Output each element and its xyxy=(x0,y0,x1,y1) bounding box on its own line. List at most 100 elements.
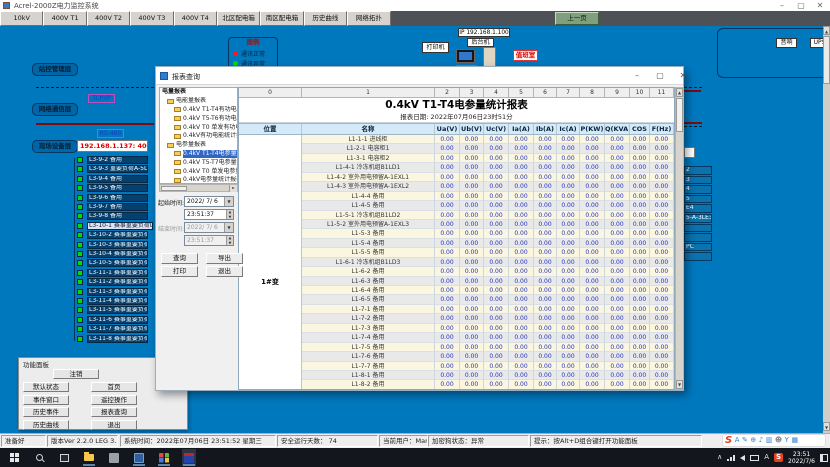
dialog-button-导出[interactable]: 导出 xyxy=(206,253,243,264)
volume-icon[interactable] xyxy=(740,455,745,461)
app-grid-icon[interactable] xyxy=(157,449,171,466)
tab-北区配电箱[interactable]: 北区配电箱 xyxy=(217,11,260,26)
start-button-icon[interactable] xyxy=(7,449,21,466)
back-page-button[interactable]: 上一页 xyxy=(555,12,599,25)
value-cell: 0.00 xyxy=(534,314,557,323)
search-icon[interactable] xyxy=(32,449,46,466)
panel-button-首页[interactable]: 首页 xyxy=(91,382,137,392)
ime-mic-icon[interactable]: ♪ xyxy=(759,435,763,446)
tree-item[interactable]: 0.4kV电参量统计报表 xyxy=(160,176,237,184)
tree-item[interactable]: 0.4kV T1-T4电参量统计 xyxy=(160,150,237,159)
tab-400V T1[interactable]: 400V T1 xyxy=(43,11,86,26)
start-time-spinner[interactable]: 23:51:37 ▲▼ xyxy=(184,209,234,220)
sogou-tray-icon[interactable]: S xyxy=(774,453,783,462)
value-cell: 0.00 xyxy=(557,295,580,304)
tree-item[interactable]: 0.4kV T1-T4有功电能统 xyxy=(160,106,237,115)
app-gray-icon[interactable] xyxy=(107,449,121,466)
scrollbar-thumb[interactable] xyxy=(823,36,830,84)
tab-400V T3[interactable]: 400V T3 xyxy=(130,11,173,26)
ime-keyboard-icon[interactable] xyxy=(750,455,759,461)
tab-400V T2[interactable]: 400V T2 xyxy=(87,11,130,26)
tab-南区配电箱[interactable]: 南区配电箱 xyxy=(260,11,303,26)
scroll-down-icon[interactable]: ▼ xyxy=(676,380,683,389)
tray-chevron-up-icon[interactable]: ∧ xyxy=(717,448,722,467)
window-maximize-button[interactable]: ▢ xyxy=(794,0,808,11)
app-vertical-scrollbar[interactable]: ▲ ▼ xyxy=(823,26,830,433)
legend-title: 图例 xyxy=(229,38,277,47)
spinner-icons[interactable]: ▲▼ xyxy=(226,210,233,219)
dialog-maximize-button[interactable]: ▢ xyxy=(654,70,666,82)
dialog-button-打印[interactable]: 打印 xyxy=(161,266,198,277)
dialog-minimize-button[interactable]: – xyxy=(631,70,643,82)
start-date-picker[interactable]: 2022/ 7/ 6 ▼ xyxy=(184,196,234,207)
tree-item[interactable]: 0.4kV T0 单发有功电能 xyxy=(160,123,237,132)
scrollbar-thumb[interactable] xyxy=(676,98,683,132)
value-cell: 0.00 xyxy=(580,258,605,267)
tab-历史曲线[interactable]: 历史曲线 xyxy=(304,11,347,26)
tab-10kV[interactable]: 10kV xyxy=(0,11,43,26)
app-k-icon[interactable] xyxy=(132,449,146,466)
ime-language-icon[interactable]: A xyxy=(764,448,769,467)
tree-horizontal-scrollbar[interactable]: ► xyxy=(159,184,238,192)
value-cell: 0.00 xyxy=(484,135,509,144)
table-row: L1-3-1 电容柜20.000.000.000.000.000.000.000… xyxy=(302,154,674,163)
panel-button-默认状态[interactable]: 默认状态 xyxy=(23,382,69,392)
ime-user-icon[interactable]: ☻ xyxy=(775,435,782,446)
scroll-up-icon[interactable]: ▲ xyxy=(676,88,683,97)
column-number: 10 xyxy=(630,88,650,98)
tree-item[interactable]: 0.4kV T5-T7电参量统计 xyxy=(160,158,237,167)
value-cell: 0.00 xyxy=(460,220,484,229)
panel-button-事件窗口[interactable]: 事件窗口 xyxy=(23,395,69,405)
window-minimize-button[interactable]: – xyxy=(775,0,789,11)
taskbar-clock[interactable]: 23:51 2022/7/6 xyxy=(788,451,815,465)
ime-emoji-icon[interactable]: ⊕ xyxy=(750,435,756,446)
scroll-up-icon[interactable]: ▲ xyxy=(823,26,830,35)
sogou-logo-icon[interactable]: S xyxy=(725,435,732,446)
device-status-led xyxy=(77,279,83,285)
tree-item[interactable]: 0.4kV有功电能统计报表 xyxy=(160,132,237,141)
tab-400V T4[interactable]: 400V T4 xyxy=(174,11,217,26)
tab-网络拓扑[interactable]: 网络拓扑 xyxy=(347,11,390,26)
panel-button-遥控操作[interactable]: 遥控操作 xyxy=(91,395,137,405)
gateway-address-partial xyxy=(684,147,695,158)
panel-button-历史曲线[interactable]: 历史曲线 xyxy=(23,420,69,430)
dialog-button-查询[interactable]: 查询 xyxy=(161,253,198,264)
value-cell: 0.00 xyxy=(460,267,484,276)
panel-button-logout[interactable]: 注销 xyxy=(53,369,99,379)
tree-folder[interactable]: 电参量报表 xyxy=(160,141,237,150)
value-cell: 0.00 xyxy=(630,371,650,380)
file-explorer-icon[interactable] xyxy=(82,449,96,466)
panel-button-报表查询[interactable]: 报表查询 xyxy=(91,407,137,417)
value-cell: 0.00 xyxy=(484,333,509,342)
value-cell: 0.00 xyxy=(580,352,605,361)
ime-lang-icon[interactable]: A xyxy=(735,435,740,446)
panel-button-历史事件[interactable]: 历史事件 xyxy=(23,407,69,417)
scroll-down-icon[interactable]: ▼ xyxy=(823,422,830,431)
notifications-icon[interactable] xyxy=(820,454,828,462)
value-cell: 0.00 xyxy=(557,267,580,276)
ime-pen-icon[interactable]: ✎ xyxy=(742,435,748,446)
ime-y-icon[interactable]: Y xyxy=(785,435,789,446)
tree-item[interactable]: 0.4kV T0 单发电参量统 xyxy=(160,167,237,176)
value-cell: 0.00 xyxy=(630,267,650,276)
ime-grid-icon[interactable]: ▦ xyxy=(791,435,798,446)
value-cell: 0.00 xyxy=(460,144,484,153)
scroll-right-icon[interactable]: ► xyxy=(229,185,237,192)
dropdown-icon[interactable]: ▼ xyxy=(224,197,233,206)
task-view-icon[interactable] xyxy=(57,449,71,466)
scada-app-icon[interactable] xyxy=(182,449,196,466)
network-icon[interactable] xyxy=(727,455,735,461)
dialog-button-退出[interactable]: 退出 xyxy=(206,266,243,277)
panel-button-退出[interactable]: 退出 xyxy=(91,420,137,430)
tree-root[interactable]: 电量报表 xyxy=(160,88,237,97)
tree-item[interactable]: 0.4kV T5-T6有功电能统 xyxy=(160,114,237,123)
window-close-button[interactable]: ✕ xyxy=(813,0,827,11)
value-cell: 0.00 xyxy=(484,220,509,229)
dialog-close-button[interactable]: ✕ xyxy=(677,70,689,82)
tree-folder[interactable]: 电能量报表 xyxy=(160,97,237,106)
scrollbar-thumb[interactable] xyxy=(161,186,187,192)
value-cell: 0.00 xyxy=(580,239,605,248)
table-row: L1-4-5 备用0.000.000.000.000.000.000.000.0… xyxy=(302,201,674,210)
table-vertical-scrollbar[interactable]: ▲ ▼ xyxy=(675,87,684,390)
ime-board-icon[interactable]: ▥ xyxy=(766,435,773,446)
